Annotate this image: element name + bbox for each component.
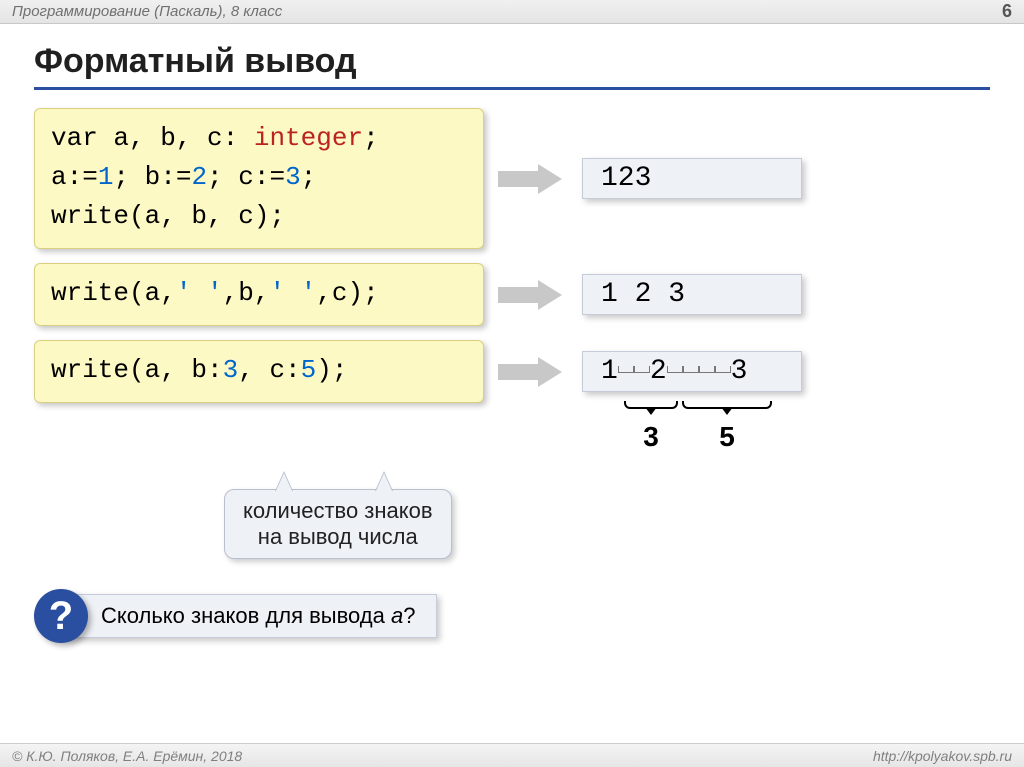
callout-note: количество знаков на вывод числа xyxy=(224,489,452,559)
brace-3 xyxy=(624,401,678,409)
footer-bar: © К.Ю. Поляков, Е.А. Ерёмин, 2018 http:/… xyxy=(0,743,1024,767)
example-row-2: write(a,' ',b,' ',c); 1 2 3 xyxy=(34,263,990,326)
question-row: ? Сколько знаков для вывода a? xyxy=(34,589,990,643)
code-block-3: write(a, b:3, c:5); xyxy=(34,340,484,403)
arrow-icon xyxy=(498,357,568,387)
question-mark-icon: ? xyxy=(34,589,88,643)
title-divider xyxy=(34,87,990,90)
arrow-icon xyxy=(498,164,568,194)
page-number: 6 xyxy=(1002,1,1012,22)
brace-5 xyxy=(682,401,772,409)
brace-annotations: 3 5 xyxy=(594,401,990,461)
output-box-2: 1 2 3 xyxy=(582,274,802,315)
example-row-1: var a, b, c: integer; a:=1; b:=2; c:=3; … xyxy=(34,108,990,249)
output-box-3: 123 xyxy=(582,351,802,392)
code-block-1: var a, b, c: integer; a:=1; b:=2; c:=3; … xyxy=(34,108,484,249)
example-row-3: write(a, b:3, c:5); 123 xyxy=(34,340,990,403)
header-bar: Программирование (Паскаль), 8 класс 6 xyxy=(0,0,1024,24)
footer-url: http://kpolyakov.spb.ru xyxy=(873,748,1012,764)
question-box: Сколько знаков для вывода a? xyxy=(66,594,437,638)
output-box-1: 123 xyxy=(582,158,802,199)
footer-copyright: © К.Ю. Поляков, Е.А. Ерёмин, 2018 xyxy=(12,748,242,764)
page-title: Форматный вывод xyxy=(34,42,990,81)
brace-3-label: 3 xyxy=(643,421,659,453)
code-block-2: write(a,' ',b,' ',c); xyxy=(34,263,484,326)
course-label: Программирование (Паскаль), 8 класс xyxy=(12,3,282,20)
arrow-icon xyxy=(498,280,568,310)
brace-5-label: 5 xyxy=(719,421,735,453)
